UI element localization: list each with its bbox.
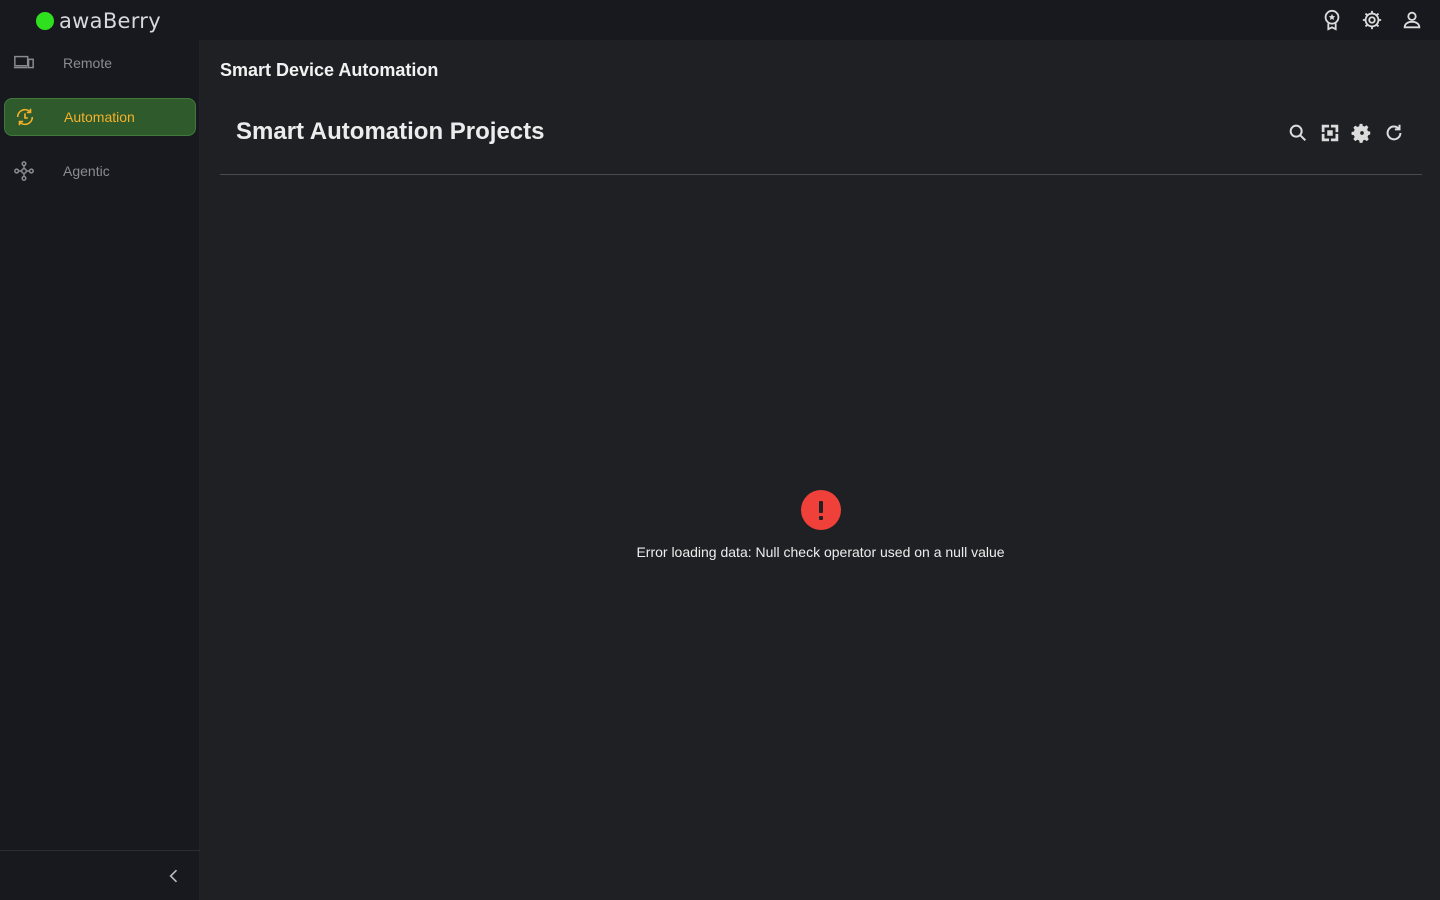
top-actions <box>1320 8 1424 32</box>
sidebar-item-label: Agentic <box>63 163 110 179</box>
sidebar-item-remote[interactable]: Remote <box>4 44 196 82</box>
section-actions <box>1286 121 1406 145</box>
award-icon[interactable] <box>1320 8 1344 32</box>
account-icon[interactable] <box>1400 8 1424 32</box>
sidebar: Remote Automation Agentic <box>0 40 200 900</box>
error-icon <box>800 490 841 530</box>
sidebar-item-automation[interactable]: Automation <box>4 98 196 136</box>
brand-name: awaBerry <box>59 9 161 33</box>
main-content: Smart Device Automation Smart Automation… <box>201 40 1440 900</box>
top-bar: awaBerry <box>0 0 1440 40</box>
settings-icon[interactable] <box>1350 121 1374 145</box>
search-icon[interactable] <box>1286 121 1310 145</box>
sidebar-item-agentic[interactable]: Agentic <box>4 152 196 190</box>
sidebar-item-label: Automation <box>64 109 135 125</box>
fullscreen-icon[interactable] <box>1318 121 1342 145</box>
automation-icon <box>13 105 37 129</box>
section-title: Smart Automation Projects <box>236 118 545 145</box>
section-header: Smart Automation Projects <box>220 104 1422 175</box>
page-title: Smart Device Automation <box>220 60 439 80</box>
devices-icon <box>12 51 36 75</box>
sidebar-footer <box>0 850 200 900</box>
brand-logo[interactable]: awaBerry <box>36 8 161 34</box>
agentic-icon <box>12 159 36 183</box>
error-state: Error loading data: Null check operator … <box>201 490 1440 560</box>
sidebar-item-label: Remote <box>63 55 113 71</box>
settings-icon[interactable] <box>1360 8 1384 32</box>
collapse-sidebar-button[interactable] <box>162 864 186 888</box>
error-message: Error loading data: Null check operator … <box>636 544 1005 560</box>
brand-dot-icon <box>36 12 54 30</box>
refresh-icon[interactable] <box>1382 121 1406 145</box>
chevron-left-icon <box>169 869 178 883</box>
